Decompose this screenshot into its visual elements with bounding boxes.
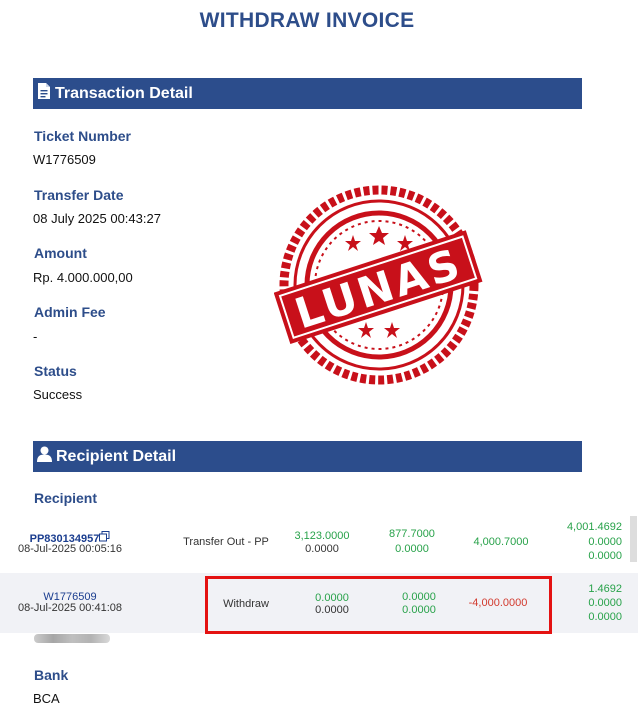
recipient-detail-header: Recipient Detail — [33, 441, 582, 472]
balance-cell: 0.0000 — [588, 597, 622, 609]
amount-value: Rp. 4.000.000,00 — [33, 270, 133, 285]
recipient-detail-title: Recipient Detail — [56, 447, 177, 465]
ticket-number-label: Ticket Number — [34, 128, 131, 144]
transaction-detail-title: Transaction Detail — [55, 84, 193, 102]
transaction-type: Transfer Out - PP — [183, 536, 269, 548]
value-cell: 0.0000 — [395, 543, 429, 555]
transfer-date-value: 08 July 2025 00:43:27 — [33, 211, 161, 226]
highlight-box — [205, 576, 552, 634]
value-cell: 0.0000 — [305, 543, 339, 555]
transaction-date: 08-Jul-2025 00:41:08 — [18, 602, 122, 614]
table-row: PP830134957 08-Jul-2025 00:05:16 Transfe… — [0, 516, 638, 571]
transfer-date-label: Transfer Date — [34, 187, 124, 203]
transaction-detail-header: Transaction Detail — [33, 78, 582, 109]
balance-cell: 0.0000 — [588, 550, 622, 562]
balance-cell: 0.0000 — [588, 536, 622, 548]
bank-label: Bank — [34, 667, 69, 683]
value-cell: 877.7000 — [389, 528, 435, 540]
balance-cell: 0.0000 — [588, 611, 622, 623]
status-label: Status — [34, 363, 77, 379]
lunas-stamp: LUNAS — [273, 180, 484, 390]
scrollbar[interactable] — [630, 516, 637, 562]
balance-cell: 4,001.4692 — [566, 521, 622, 533]
page-title: WITHDRAW INVOICE — [199, 9, 415, 32]
transaction-date: 08-Jul-2025 00:05:16 — [18, 543, 122, 555]
ticket-number-value: W1776509 — [33, 152, 96, 167]
bank-value: BCA — [33, 691, 60, 706]
status-value: Success — [33, 387, 83, 402]
admin-fee-value: - — [33, 329, 38, 344]
amount-cell: 4,000.7000 — [473, 536, 529, 548]
admin-fee-label: Admin Fee — [34, 304, 106, 320]
amount-label: Amount — [34, 245, 87, 261]
value-cell: 3,123.0000 — [294, 530, 350, 542]
redacted-text — [34, 634, 110, 643]
balance-cell: 1.4692 — [588, 583, 622, 595]
document-icon — [37, 83, 51, 104]
user-icon — [37, 446, 52, 467]
recipient-label: Recipient — [34, 490, 98, 506]
